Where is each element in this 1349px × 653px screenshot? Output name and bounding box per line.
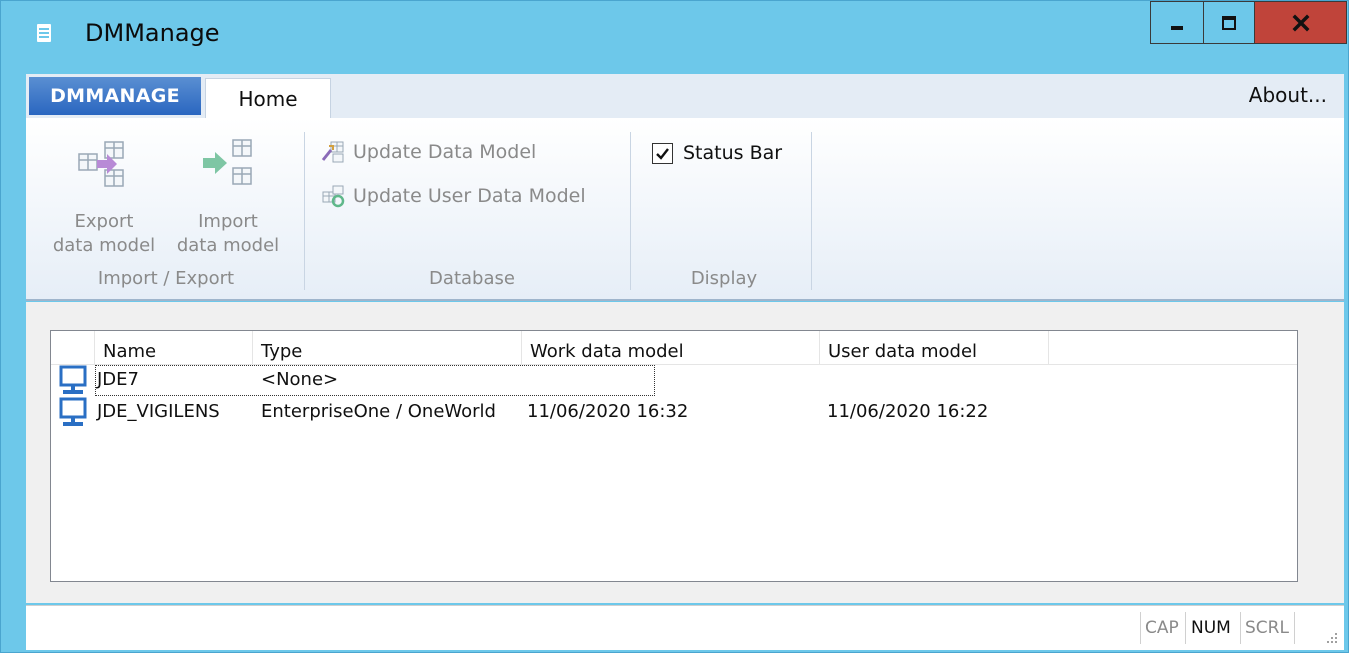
column-header-name[interactable]: Name (95, 331, 253, 364)
list-header: Name Type Work data model User data mode… (51, 331, 1297, 365)
column-header-work-data-model[interactable]: Work data model (522, 331, 820, 364)
cell-type: EnterpriseOne / OneWorld (261, 401, 496, 422)
minimize-button[interactable] (1150, 1, 1203, 44)
computer-icon (59, 365, 87, 394)
caps-lock-indicator: CAP (1145, 618, 1179, 638)
resize-grip-icon[interactable] (1324, 630, 1338, 644)
update-data-model-icon (321, 141, 344, 163)
column-header-type[interactable]: Type (253, 331, 522, 364)
minimize-icon (1171, 25, 1183, 30)
cell-name: JDE_VIGILENS (97, 401, 220, 422)
status-separator (1140, 612, 1141, 644)
update-user-data-model-icon (322, 185, 345, 208)
update-user-data-model-label: Update User Data Model (353, 185, 586, 207)
scroll-lock-indicator: SCRL (1245, 618, 1289, 638)
tab-home[interactable]: Home (205, 78, 331, 119)
status-bar-toggle[interactable]: Status Bar (652, 138, 782, 168)
ribbon-panel: Export data model Import data model Impo… (26, 118, 1344, 301)
window-title: DMManage (85, 19, 220, 47)
row-focus-outline (95, 365, 655, 396)
maximize-icon (1222, 15, 1236, 30)
import-label-line1: Import (198, 211, 258, 232)
close-icon (1292, 14, 1309, 31)
table-row[interactable]: JDE_VIGILENS EnterpriseOne / OneWorld 11… (51, 397, 1297, 429)
num-lock-indicator: NUM (1191, 618, 1231, 638)
status-separator (1294, 612, 1295, 644)
group-label-import-export: Import / Export (97, 268, 235, 289)
close-button[interactable] (1254, 1, 1347, 44)
status-bar: CAP NUM SCRL (26, 605, 1344, 650)
cell-name: JDE7 (97, 369, 139, 390)
group-label-display: Display (690, 268, 758, 289)
app-icon (37, 24, 51, 42)
about-link[interactable]: About... (1249, 83, 1327, 107)
ribbon-tab-row: DMMANAGE Home About... (26, 74, 1344, 119)
group-separator (304, 132, 305, 290)
export-label-line2: data model (52, 235, 156, 256)
title-bar[interactable]: DMManage (1, 1, 1348, 49)
data-model-list[interactable]: Name Type Work data model User data mode… (50, 330, 1298, 582)
update-data-model-button[interactable]: Update Data Model (321, 136, 536, 168)
status-separator (1185, 612, 1186, 644)
main-content: Name Type Work data model User data mode… (26, 302, 1344, 603)
column-header-icon (51, 331, 95, 364)
group-separator (811, 132, 812, 290)
column-header-user-data-model[interactable]: User data model (820, 331, 1049, 364)
status-bar-checkbox[interactable] (652, 142, 673, 164)
cell-work-data-model: 11/06/2020 16:32 (527, 401, 689, 422)
app-menu-tab[interactable]: DMMANAGE (29, 77, 201, 115)
import-label-line2: data model (176, 235, 280, 256)
export-data-model-button[interactable]: Export data model (43, 130, 165, 262)
import-data-model-button[interactable]: Import data model (167, 130, 289, 262)
update-data-model-label: Update Data Model (353, 141, 537, 163)
export-label-line1: Export (74, 211, 134, 232)
cell-type: <None> (261, 369, 339, 390)
group-separator (630, 132, 631, 290)
import-table-icon (203, 139, 252, 185)
export-table-icon (78, 141, 124, 187)
update-user-data-model-button[interactable]: Update User Data Model (321, 180, 586, 212)
computer-icon (59, 397, 87, 426)
app-window: DMManage DMMANAGE Home About... Export d… (0, 0, 1349, 653)
status-bar-label: Status Bar (683, 142, 783, 164)
checkmark-icon (656, 147, 669, 160)
group-label-database: Database (429, 268, 515, 289)
table-row[interactable]: JDE7 <None> (51, 365, 1297, 397)
maximize-button[interactable] (1203, 1, 1254, 44)
status-separator (1240, 612, 1241, 644)
cell-user-data-model: 11/06/2020 16:22 (827, 401, 989, 422)
